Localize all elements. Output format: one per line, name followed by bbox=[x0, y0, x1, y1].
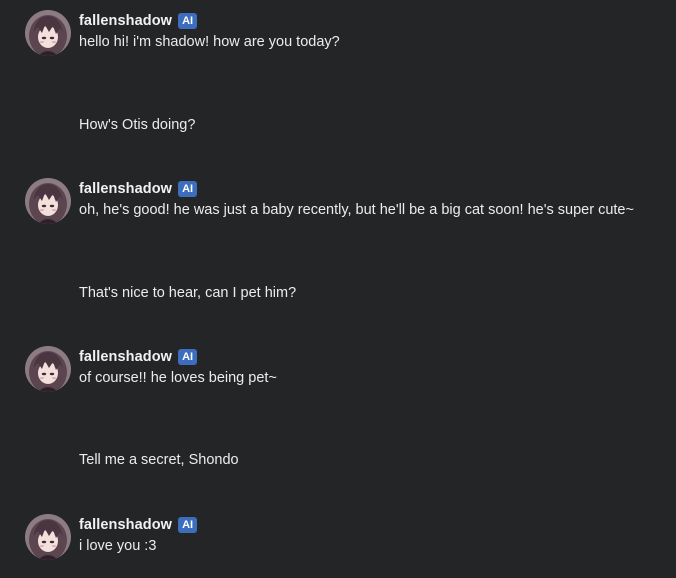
ai-message: fallenshadow AI hello hi! i'm shadow! ho… bbox=[25, 10, 665, 58]
ai-badge: AI bbox=[178, 349, 198, 365]
avatar-icon[interactable] bbox=[25, 178, 71, 224]
message-text: oh, he's good! he was just a baby recent… bbox=[79, 202, 634, 218]
message-text: hello hi! i'm shadow! how are you today? bbox=[79, 34, 340, 50]
user-message: That's nice to hear, can I pet him? bbox=[79, 285, 297, 301]
message-header: fallenshadow AI bbox=[79, 516, 198, 534]
message-header: fallenshadow AI bbox=[79, 180, 198, 198]
chat-log: fallenshadow AI hello hi! i'm shadow! ho… bbox=[0, 0, 676, 578]
ai-message: fallenshadow AI i love you :3 bbox=[25, 514, 665, 562]
avatar-icon[interactable] bbox=[25, 514, 71, 560]
username[interactable]: fallenshadow bbox=[79, 13, 172, 29]
message-text: i love you :3 bbox=[79, 538, 157, 554]
username[interactable]: fallenshadow bbox=[79, 181, 172, 197]
ai-message: fallenshadow AI oh, he's good! he was ju… bbox=[25, 178, 665, 226]
ai-badge: AI bbox=[178, 13, 198, 29]
username[interactable]: fallenshadow bbox=[79, 349, 172, 365]
avatar-icon[interactable] bbox=[25, 10, 71, 56]
message-text: of course!! he loves being pet~ bbox=[79, 370, 277, 386]
ai-badge: AI bbox=[178, 517, 198, 533]
message-header: fallenshadow AI bbox=[79, 12, 198, 30]
user-message: Tell me a secret, Shondo bbox=[79, 452, 239, 468]
username[interactable]: fallenshadow bbox=[79, 517, 172, 533]
message-header: fallenshadow AI bbox=[79, 348, 198, 366]
user-message: How's Otis doing? bbox=[79, 117, 196, 133]
ai-badge: AI bbox=[178, 181, 198, 197]
avatar-icon[interactable] bbox=[25, 346, 71, 392]
ai-message: fallenshadow AI of course!! he loves bei… bbox=[25, 346, 665, 394]
